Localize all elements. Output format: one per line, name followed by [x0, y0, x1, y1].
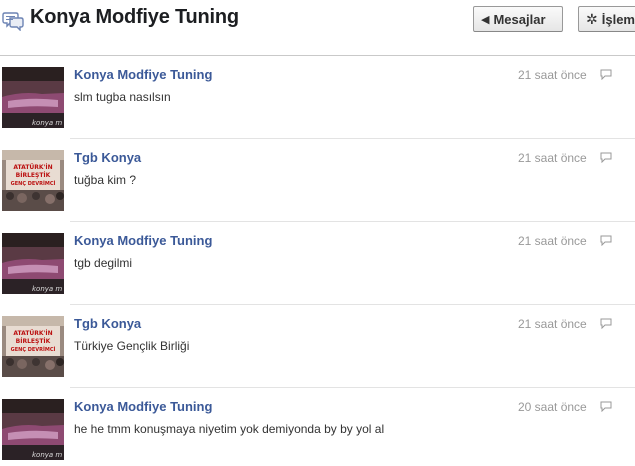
message-text: Türkiye Gençlik Birliği	[74, 339, 190, 353]
sender-name[interactable]: Konya Modfiye Tuning	[74, 233, 212, 248]
svg-text:GENÇ DEVRİMCİ: GENÇ DEVRİMCİ	[11, 346, 56, 353]
message-text: tgb degilmi	[74, 256, 133, 270]
svg-text:BİRLEŞTİK: BİRLEŞTİK	[16, 172, 51, 179]
timestamp: 21 saat önce	[518, 68, 587, 82]
reply-icon[interactable]	[600, 401, 612, 412]
gear-icon: ✲	[586, 10, 598, 27]
message-text: he he tmm konuşmaya niyetim yok demiyond…	[74, 422, 385, 436]
svg-text:konya m: konya m	[32, 451, 62, 459]
svg-text:ATATÜRK'İN: ATATÜRK'İN	[13, 164, 52, 171]
message-item: konya m Konya Modfiye Tuning slm tugba n…	[0, 56, 635, 139]
timestamp: 21 saat önce	[518, 317, 587, 331]
timestamp: 20 saat önce	[518, 400, 587, 414]
message-text: tuğba kim ?	[74, 173, 137, 187]
avatar[interactable]: konya m	[2, 233, 64, 294]
sender-name[interactable]: Konya Modfiye Tuning	[74, 399, 212, 414]
sender-name[interactable]: Tgb Konya	[74, 316, 141, 331]
conversation-title: Konya Modfiye Tuning	[30, 6, 239, 28]
actions-button[interactable]: ✲ İşlemler	[578, 6, 635, 32]
messages-button[interactable]: ◀ Mesajlar	[473, 6, 563, 32]
reply-icon[interactable]	[600, 235, 612, 246]
chevron-left-icon: ◀	[481, 13, 490, 26]
svg-text:GENÇ DEVRİMCİ: GENÇ DEVRİMCİ	[11, 180, 56, 187]
actions-button-label: İşlemler	[601, 11, 635, 27]
svg-text:konya m: konya m	[32, 119, 62, 127]
svg-text:BİRLEŞTİK: BİRLEŞTİK	[16, 338, 51, 345]
avatar[interactable]: konya m	[2, 67, 64, 128]
conversation-header: Konya Modfiye Tuning ◀ Mesajlar ✲ İşleml…	[0, 0, 635, 56]
timestamp: 21 saat önce	[518, 151, 587, 165]
message-item: ATATÜRK'İN BİRLEŞTİK GENÇ DEVRİMCİ Tgb K…	[0, 139, 635, 222]
timestamp: 21 saat önce	[518, 234, 587, 248]
svg-text:konya m: konya m	[32, 285, 62, 293]
avatar[interactable]: ATATÜRK'İN BİRLEŞTİK GENÇ DEVRİMCİ	[2, 150, 64, 211]
avatar[interactable]: konya m	[2, 399, 64, 460]
sender-name[interactable]: Konya Modfiye Tuning	[74, 67, 212, 82]
message-text: slm tugba nasılsın	[74, 90, 171, 104]
message-item: konya m Konya Modfiye Tuning tgb degilmi…	[0, 222, 635, 305]
sender-name[interactable]: Tgb Konya	[74, 150, 141, 165]
reply-icon[interactable]	[600, 318, 612, 329]
messages-button-label: Mesajlar	[493, 11, 546, 27]
reply-icon[interactable]	[600, 152, 612, 163]
message-item: konya m Konya Modfiye Tuning he he tmm k…	[0, 388, 635, 466]
avatar[interactable]: ATATÜRK'İN BİRLEŞTİK GENÇ DEVRİMCİ	[2, 316, 64, 377]
reply-icon[interactable]	[600, 69, 612, 80]
svg-text:ATATÜRK'İN: ATATÜRK'İN	[13, 330, 52, 337]
message-item: ATATÜRK'İN BİRLEŞTİK GENÇ DEVRİMCİ Tgb K…	[0, 305, 635, 388]
messages-icon	[2, 12, 24, 31]
